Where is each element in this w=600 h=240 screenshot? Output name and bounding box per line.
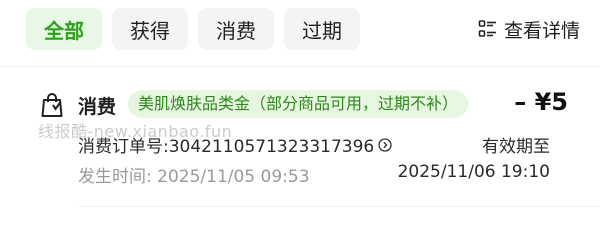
order-number-link[interactable]: 消费订单号:3042110571323317396 (78, 132, 392, 157)
tab-expired[interactable]: 过期 (284, 8, 360, 50)
valid-until-label: 有效期至 (482, 137, 550, 157)
tab-spent[interactable]: 消费 (198, 8, 274, 50)
divider (78, 206, 600, 207)
record-amount: – ¥5 (514, 88, 568, 116)
occurred-time: 发生时间: 2025/11/05 09:53 (78, 167, 310, 187)
view-details-button[interactable]: 查看详情 (478, 8, 580, 50)
list-icon (478, 20, 496, 37)
view-details-label: 查看详情 (503, 19, 580, 42)
filter-tabs: 全部 获得 消费 过期 查看详情 (26, 8, 580, 50)
divider (0, 66, 600, 67)
chevron-right-circle-icon (378, 137, 392, 152)
order-row: 消费订单号:3042110571323317396 有效期至 (78, 132, 550, 157)
record-header: 消费 美肌焕肤品类金（部分商品可用，过期不补） – ¥5 (38, 88, 568, 122)
expire-time: 2025/11/06 19:10 (397, 162, 550, 182)
time-row: 发生时间: 2025/11/05 09:53 2025/11/06 19:10 (78, 162, 550, 187)
tab-earned[interactable]: 获得 (112, 8, 188, 50)
tab-all[interactable]: 全部 (26, 8, 102, 50)
coupon-tag: 美肌焕肤品类金（部分商品可用，过期不补） (128, 90, 469, 118)
order-number: 消费订单号:3042110571323317396 (78, 137, 375, 157)
shopping-bag-icon (41, 93, 63, 117)
record-type: 消费 (78, 96, 117, 118)
